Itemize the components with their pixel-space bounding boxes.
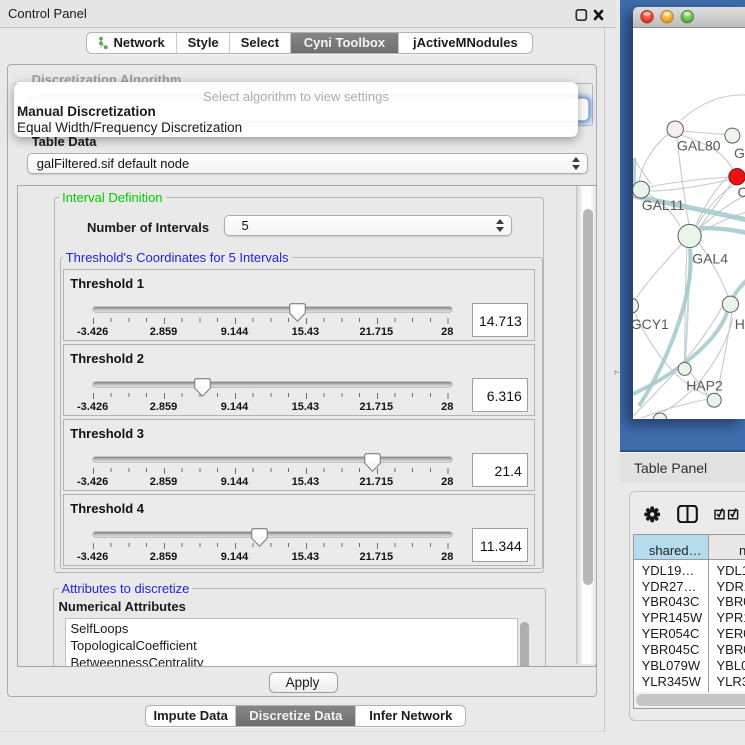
- svg-text:GAL4: GAL4: [692, 251, 728, 267]
- svg-text:GAL11: GAL11: [642, 197, 685, 213]
- svg-text:HAP2: HAP2: [686, 377, 723, 393]
- svg-text:GAL80: GAL80: [677, 138, 721, 154]
- svg-text:GCY1: GCY1: [633, 316, 669, 332]
- svg-text:HA: HA: [735, 316, 745, 332]
- svg-text:CY: CY: [738, 184, 745, 200]
- svg-text:GA: GA: [734, 145, 745, 161]
